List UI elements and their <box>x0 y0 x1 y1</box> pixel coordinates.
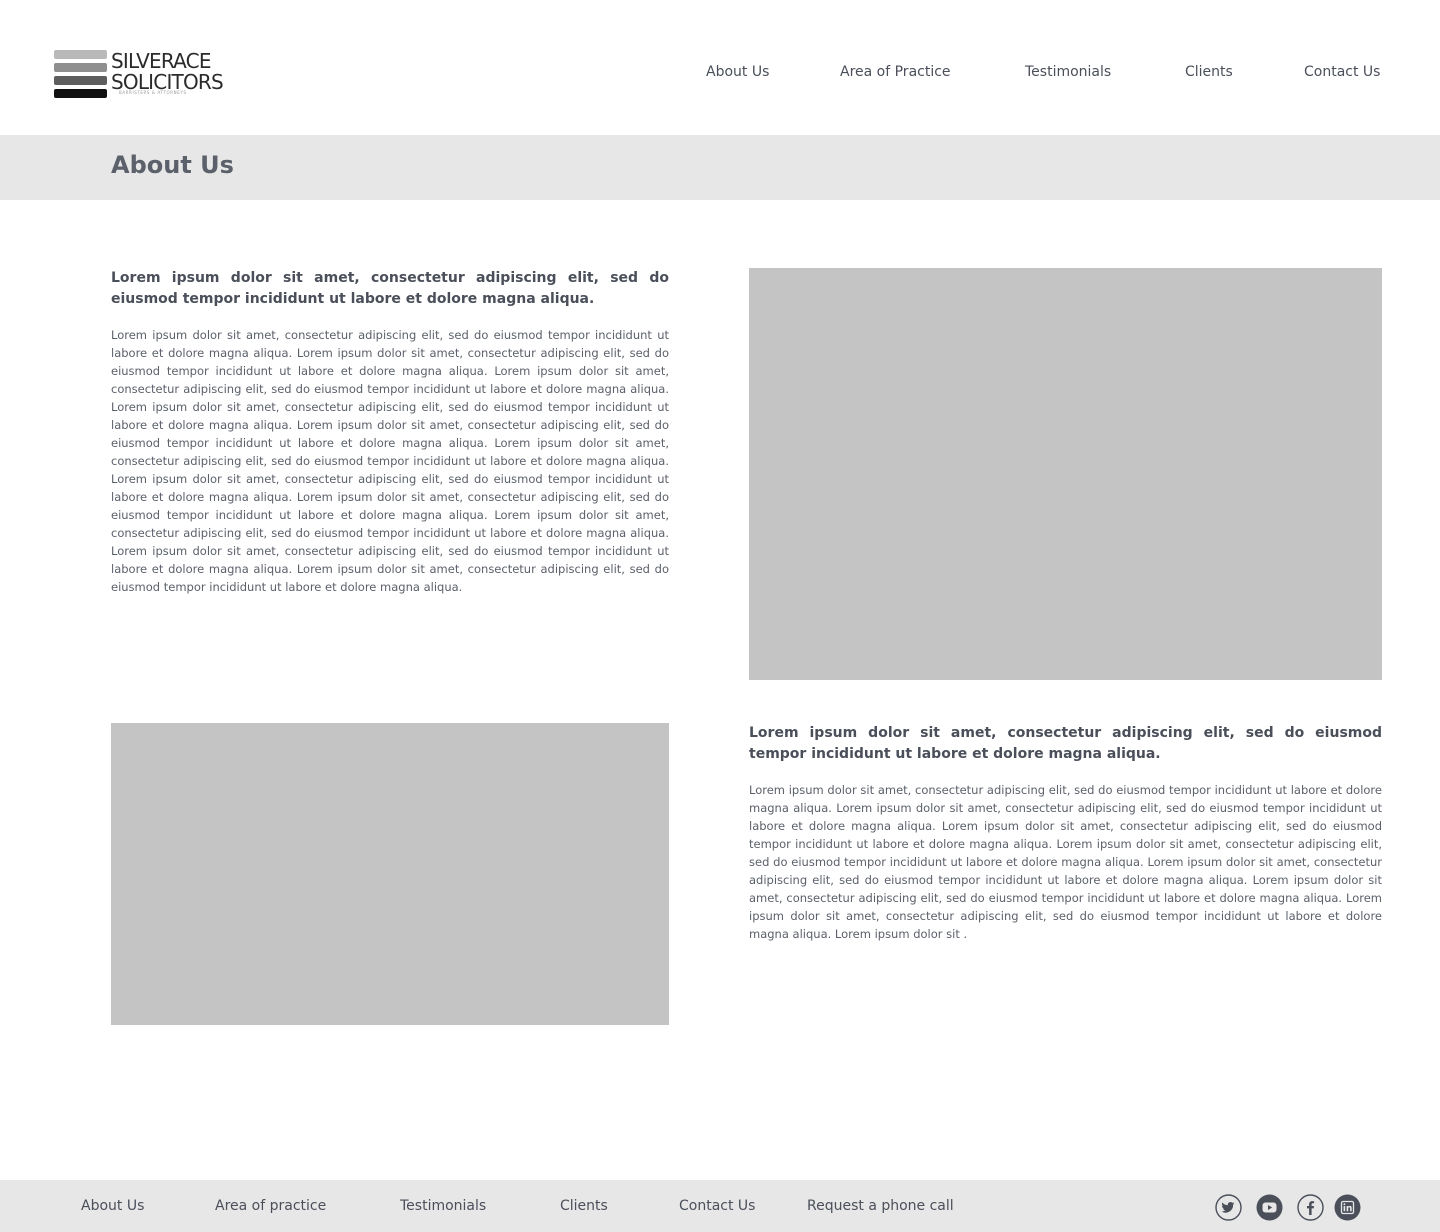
footer-link-contact-us[interactable]: Contact Us <box>679 1198 755 1214</box>
footer-link-about-us[interactable]: About Us <box>81 1198 144 1214</box>
logo-tagline: BARRISTERS & ATTORNEYS <box>119 90 187 95</box>
footer-link-area-of-practice[interactable]: Area of practice <box>215 1198 326 1214</box>
logo-mark <box>54 50 107 102</box>
logo-bar <box>54 89 107 98</box>
linkedin-icon[interactable] <box>1334 1194 1361 1221</box>
footer-link-clients[interactable]: Clients <box>560 1198 608 1214</box>
image-placeholder-2 <box>111 723 669 1025</box>
nav-testimonials[interactable]: Testimonials <box>1025 64 1111 80</box>
nav-about-us[interactable]: About Us <box>706 64 769 80</box>
image-placeholder-1 <box>749 268 1382 680</box>
twitter-icon[interactable] <box>1215 1194 1242 1221</box>
footer-link-testimonials[interactable]: Testimonials <box>400 1198 486 1214</box>
logo-bar <box>54 50 107 59</box>
brand-logo[interactable]: SILVERACE SOLICITORS BARRISTERS & ATTORN… <box>54 50 224 100</box>
section-2-heading: Lorem ipsum dolor sit amet, consectetur … <box>749 725 1382 762</box>
page-title: About Us <box>111 151 234 179</box>
nav-clients[interactable]: Clients <box>1185 64 1233 80</box>
section-1-body: Lorem ipsum dolor sit amet, consectetur … <box>111 328 669 594</box>
logo-bar <box>54 76 107 85</box>
nav-area-of-practice[interactable]: Area of Practice <box>840 64 951 80</box>
footer-link-request-phone-call[interactable]: Request a phone call <box>807 1198 954 1214</box>
nav-contact-us[interactable]: Contact Us <box>1304 64 1380 80</box>
logo-line-1: SILVERACE <box>111 49 211 73</box>
youtube-icon[interactable] <box>1256 1194 1283 1221</box>
facebook-icon[interactable] <box>1297 1194 1324 1221</box>
section-2-body: Lorem ipsum dolor sit amet, consectetur … <box>749 783 1382 941</box>
logo-bar <box>54 63 107 72</box>
logo-wordmark: SILVERACE SOLICITORS <box>111 49 224 93</box>
section-1-heading: Lorem ipsum dolor sit amet, consectetur … <box>111 270 669 307</box>
